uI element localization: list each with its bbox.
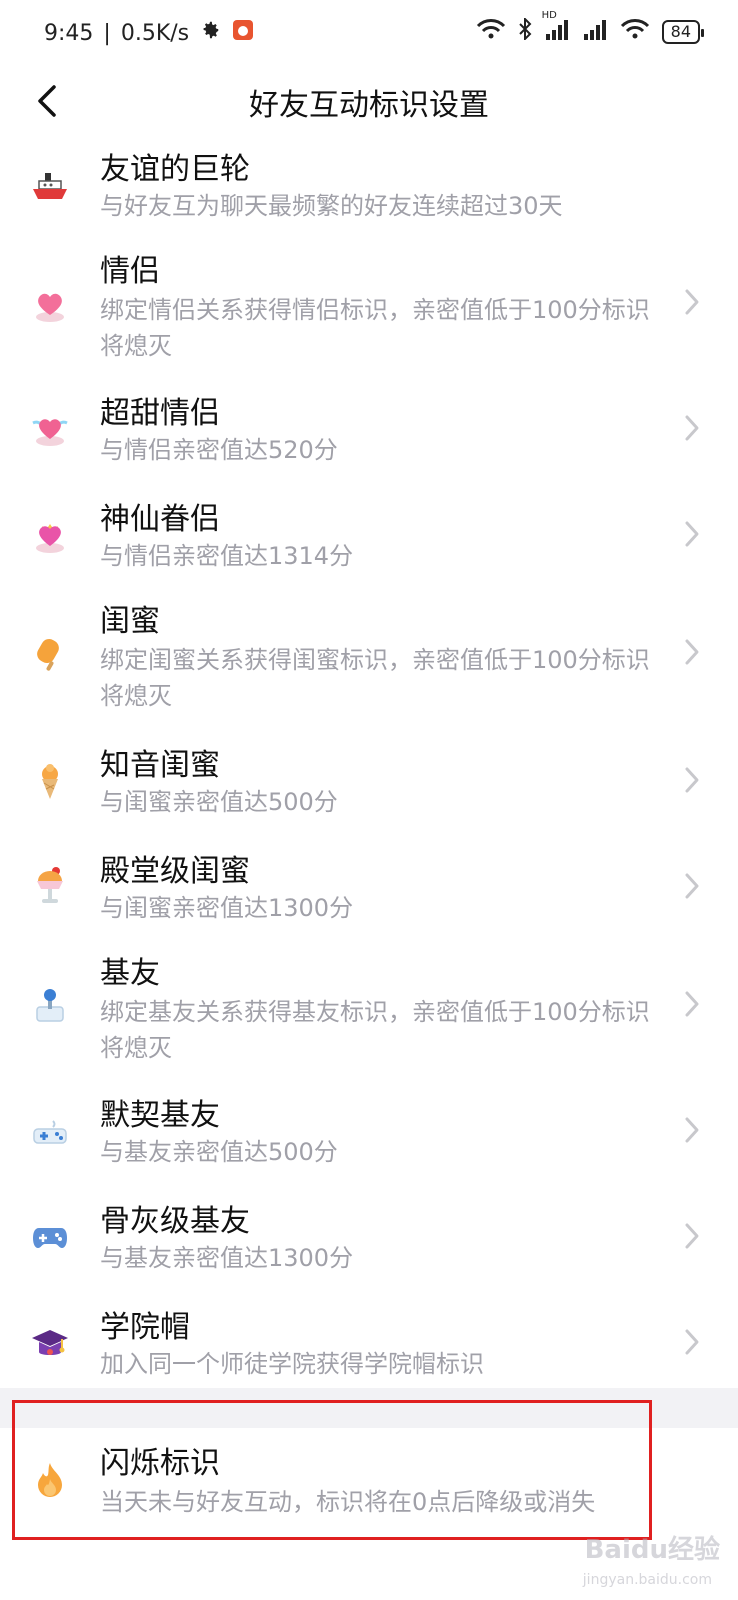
item-title: 情侣	[100, 254, 160, 289]
item-desc: 与情侣亲密值达520分	[100, 436, 338, 464]
item-desc: 与情侣亲密值达1314分	[100, 542, 354, 570]
watermark-logo: Baidu经验	[584, 1535, 720, 1565]
status-bar: 9:45 | 0.5K/s HD 84	[0, 0, 738, 62]
sundae-icon	[30, 866, 70, 906]
chevron-right-icon	[680, 516, 704, 552]
winged-heart-icon	[30, 410, 70, 450]
status-right: HD 84	[476, 10, 705, 45]
status-left: 9:45 | 0.5K/s	[44, 18, 255, 48]
item-desc: 绑定基友关系获得基友标识，亲密值低于100分标识将熄灭	[100, 998, 650, 1062]
item-desc: 绑定闺蜜关系获得闺蜜标识，亲密值低于100分标识将熄灭	[100, 646, 650, 710]
item-title: 殿堂级闺蜜	[100, 854, 250, 889]
item-desc: 与闺蜜亲密值达500分	[100, 788, 338, 816]
list-item-immortal-couple[interactable]: 神仙眷侣 与情侣亲密值达1314分	[0, 490, 738, 582]
ice-cream-icon	[30, 762, 70, 802]
wifi-icon	[476, 18, 506, 45]
item-title: 闺蜜	[100, 604, 160, 639]
item-title: 基友	[100, 956, 160, 991]
chevron-right-icon	[680, 634, 704, 670]
item-desc: 与基友亲密值达500分	[100, 1138, 338, 1166]
bluetooth-icon	[518, 16, 532, 45]
list-item-sweet-couple[interactable]: 超甜情侣 与情侣亲密值达520分	[0, 384, 738, 476]
page-title: 好友互动标识设置	[249, 88, 489, 123]
graduation-cap-icon	[30, 1324, 70, 1364]
list-item-bro[interactable]: 基友 绑定基友关系获得基友标识，亲密值低于100分标识将熄灭	[0, 948, 738, 1068]
list-item-friendship-ship[interactable]: 友谊的巨轮 与好友互为聊天最频繁的好友连续超过30天	[0, 140, 738, 232]
item-desc: 绑定情侣关系获得情侣标识，亲密值低于100分标识将熄灭	[100, 296, 650, 360]
controller-icon	[30, 1218, 70, 1258]
signal-icon-2	[582, 18, 608, 45]
chevron-right-icon	[680, 1324, 704, 1360]
item-title: 默契基友	[100, 1098, 220, 1133]
chevron-right-icon	[680, 868, 704, 904]
list-item-couple[interactable]: 情侣 绑定情侣关系获得情侣标识，亲密值低于100分标识将熄灭	[0, 246, 738, 366]
list-item-soulmate-bestie[interactable]: 知音闺蜜 与闺蜜亲密值达500分	[0, 736, 738, 828]
chevron-right-icon	[680, 986, 704, 1022]
app-notification-icon	[231, 18, 255, 48]
list-item-bestie[interactable]: 闺蜜 绑定闺蜜关系获得闺蜜标识，亲密值低于100分标识将熄灭	[0, 596, 738, 716]
status-time: 9:45	[44, 20, 94, 46]
ship-icon	[30, 166, 70, 206]
item-desc: 与基友亲密值达1300分	[100, 1244, 354, 1272]
chevron-right-icon	[680, 410, 704, 446]
item-title: 超甜情侣	[100, 396, 220, 431]
hd-label: HD	[541, 10, 557, 21]
item-desc: 加入同一个师徒学院获得学院帽标识	[100, 1350, 484, 1378]
item-title: 神仙眷侣	[100, 502, 220, 537]
item-title: 知音闺蜜	[100, 748, 220, 783]
list-item-academy-hat[interactable]: 学院帽 加入同一个师徒学院获得学院帽标识	[0, 1298, 738, 1390]
wifi-icon-2	[620, 18, 650, 45]
heart-icon	[30, 286, 70, 326]
watermark-url: jingyan.baidu.com	[582, 1572, 712, 1588]
item-desc: 与闺蜜亲密值达1300分	[100, 894, 354, 922]
item-title: 友谊的巨轮	[100, 152, 250, 187]
chevron-right-icon	[680, 284, 704, 320]
crowned-heart-icon	[30, 516, 70, 556]
list-item-tacit-bro[interactable]: 默契基友 与基友亲密值达500分	[0, 1086, 738, 1178]
list-item-hall-of-fame-bestie[interactable]: 殿堂级闺蜜 与闺蜜亲密值达1300分	[0, 842, 738, 934]
signal-icon: HD	[542, 10, 570, 45]
chevron-right-icon	[680, 1112, 704, 1148]
item-title: 学院帽	[100, 1310, 190, 1345]
highlight-annotation	[12, 1400, 652, 1540]
popsicle-icon	[30, 634, 70, 674]
nav-bar: 好友互动标识设置	[0, 62, 738, 142]
joystick-icon	[30, 986, 70, 1026]
battery-icon: 84	[661, 19, 705, 44]
chevron-right-icon	[680, 1218, 704, 1254]
network-speed: 0.5K/s	[120, 20, 190, 46]
list-item-ultimate-bro[interactable]: 骨灰级基友 与基友亲密值达1300分	[0, 1192, 738, 1284]
chevron-right-icon	[680, 762, 704, 798]
gamepad-icon	[30, 1112, 70, 1152]
item-desc: 与好友互为聊天最频繁的好友连续超过30天	[100, 192, 563, 220]
item-title: 骨灰级基友	[100, 1204, 250, 1239]
gear-icon	[199, 19, 221, 47]
